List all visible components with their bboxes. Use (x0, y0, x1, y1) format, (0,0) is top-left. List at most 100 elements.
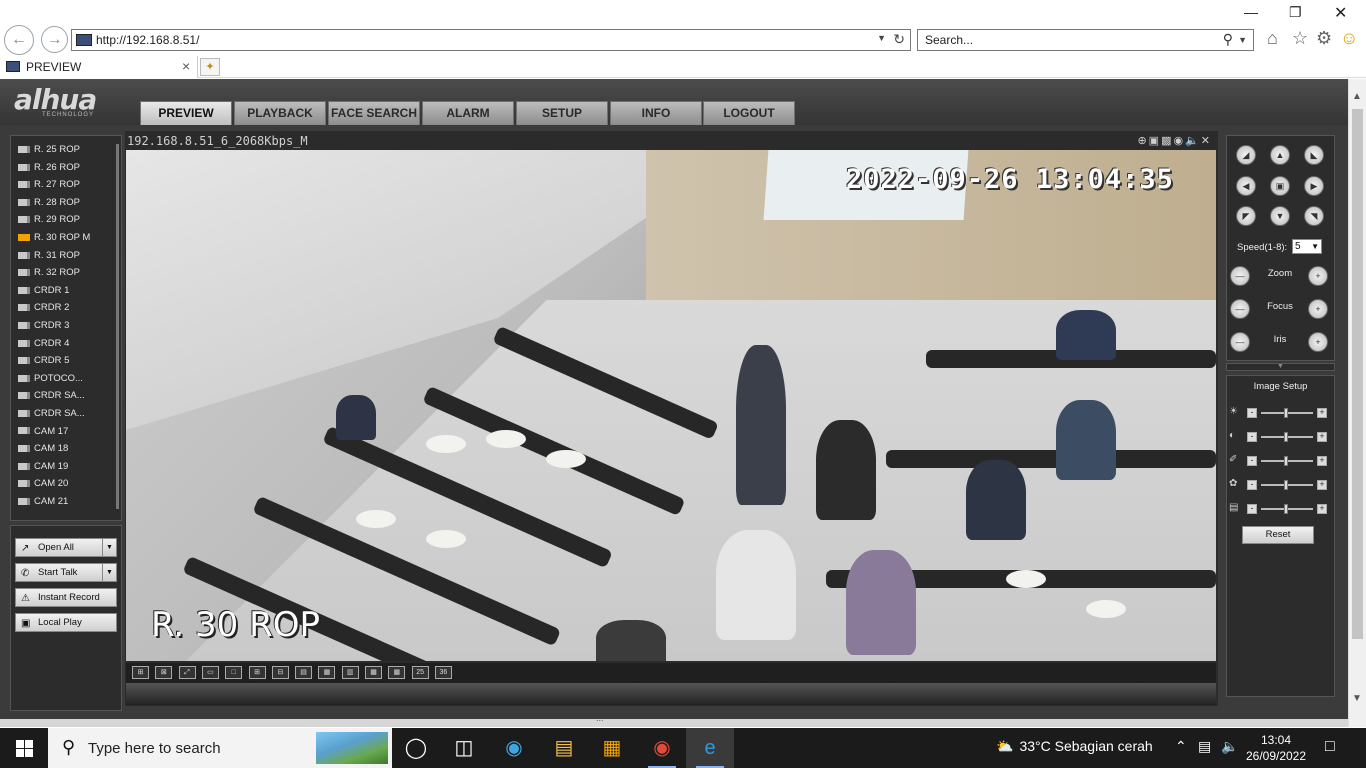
zoom-icon[interactable]: ⊕ (1137, 135, 1148, 147)
hue-slider[interactable] (1261, 480, 1313, 490)
device-item[interactable]: CRDR 2 (13, 302, 117, 320)
cortana-icon[interactable]: ◯ (392, 728, 440, 768)
ptz-up-left-button[interactable]: ◢ (1236, 145, 1256, 165)
tab-setup[interactable]: SETUP (516, 101, 608, 125)
volume-icon[interactable]: 🔈 (1221, 738, 1238, 755)
scroll-thumb[interactable] (1352, 109, 1363, 639)
device-item[interactable]: CRDR 3 (13, 320, 117, 338)
zoom-out-button[interactable]: — (1230, 266, 1250, 286)
hue-increase-button[interactable]: + (1317, 480, 1327, 490)
device-item[interactable]: POTOCO... (13, 373, 117, 391)
device-item[interactable]: R. 27 ROP (13, 179, 117, 197)
chevron-down-icon[interactable]: ▼ (877, 33, 886, 43)
layout-button[interactable]: □ (225, 666, 243, 679)
focus-in-button[interactable]: + (1308, 299, 1328, 319)
device-item[interactable]: CRDR 4 (13, 338, 117, 356)
zoom-in-button[interactable]: + (1308, 266, 1328, 286)
notification-icon[interactable]: □ (1325, 738, 1335, 756)
saturation-increase-button[interactable]: + (1317, 456, 1327, 466)
video-feed[interactable]: 2022-09-26 13:04:35 R. 30 ROP (126, 150, 1216, 661)
iris-close-button[interactable]: — (1230, 332, 1250, 352)
sharpness-slider[interactable] (1261, 504, 1313, 514)
device-item[interactable]: CRDR 1 (13, 285, 117, 303)
tab-info[interactable]: INFO (610, 101, 702, 125)
contrast-increase-button[interactable]: + (1317, 432, 1327, 442)
minimize-button[interactable]: — (1244, 4, 1258, 20)
open-all-button[interactable]: ↗ Open All ▼ (15, 538, 117, 557)
chrome-icon[interactable]: ◉ (638, 728, 686, 768)
contrast-decrease-button[interactable]: - (1247, 432, 1257, 442)
contrast-slider[interactable] (1261, 432, 1313, 442)
browser-tab[interactable]: PREVIEW × (0, 56, 198, 78)
sharpness-increase-button[interactable]: + (1317, 504, 1327, 514)
hue-decrease-button[interactable]: - (1247, 480, 1257, 490)
search-icon[interactable]: ⚲ (1223, 31, 1233, 48)
saturation-slider[interactable] (1261, 456, 1313, 466)
tab-logout[interactable]: LOGOUT (703, 101, 795, 125)
star-icon[interactable]: ☆ (1292, 28, 1308, 49)
home-icon[interactable]: ⌂ (1267, 28, 1278, 49)
close-window-button[interactable]: ✕ (1334, 3, 1347, 23)
reset-button[interactable]: Reset (1242, 526, 1314, 544)
scroll-down-icon[interactable]: ▼ (1352, 693, 1362, 704)
slider-thumb[interactable] (1284, 408, 1288, 418)
device-item[interactable]: R. 29 ROP (13, 214, 117, 232)
internet-explorer-icon[interactable]: e (686, 728, 734, 768)
slider-thumb[interactable] (1284, 432, 1288, 442)
device-item[interactable]: CAM 17 (13, 426, 117, 444)
tab-playback[interactable]: PLAYBACK (234, 101, 326, 125)
back-button[interactable]: ← (4, 25, 34, 55)
layout-button[interactable]: 36 (434, 666, 452, 679)
layout-button[interactable]: ▭ (201, 666, 219, 679)
new-tab-button[interactable]: ✦ (200, 58, 220, 76)
edge-icon[interactable]: ◉ (490, 728, 538, 768)
network-icon[interactable]: ▤ (1198, 738, 1211, 755)
instant-record-button[interactable]: ⚠ Instant Record (15, 588, 117, 607)
browser-scrollbar[interactable]: ▲ ▼ (1348, 79, 1366, 727)
layout-button[interactable]: 25 (411, 666, 429, 679)
device-list-scrollbar[interactable] (116, 144, 119, 509)
device-item[interactable]: CAM 18 (13, 443, 117, 461)
camera-icon[interactable]: ▩ (1161, 135, 1173, 147)
chevron-down-icon[interactable]: ▼ (1238, 35, 1247, 45)
slider-thumb[interactable] (1284, 456, 1288, 466)
task-view-icon[interactable]: ◫ (440, 728, 488, 768)
slider-thumb[interactable] (1284, 480, 1288, 490)
device-item[interactable]: CRDR 5 (13, 355, 117, 373)
device-item[interactable]: R. 32 ROP (13, 267, 117, 285)
start-button[interactable] (0, 728, 48, 768)
store-icon[interactable]: ▦ (588, 728, 636, 768)
layout-button[interactable]: ▦ (365, 666, 382, 679)
record-icon[interactable]: ◉ (1173, 135, 1185, 147)
sharpness-decrease-button[interactable]: - (1247, 504, 1257, 514)
ptz-up-button[interactable]: ▲ (1270, 145, 1290, 165)
device-item[interactable]: CRDR SA... (13, 390, 117, 408)
ptz-collapse-toggle[interactable]: ▼ (1226, 363, 1335, 371)
close-tab-icon[interactable]: × (182, 58, 190, 74)
tab-preview[interactable]: PREVIEW (140, 101, 232, 125)
focus-out-button[interactable]: — (1230, 299, 1250, 319)
layout-button[interactable]: ⊟ (271, 666, 289, 679)
tray-expand-icon[interactable]: ⌃ (1175, 738, 1187, 755)
ptz-right-button[interactable]: ▶ (1304, 176, 1324, 196)
taskbar-search[interactable]: ⚲ Type here to search (48, 728, 392, 768)
layout-button[interactable]: ▥ (341, 666, 359, 679)
forward-button[interactable]: → (41, 26, 68, 53)
tab-face-search[interactable]: FACE SEARCH (328, 101, 420, 125)
address-bar[interactable]: http://192.168.8.51/ ▼ ↻ (71, 29, 911, 51)
local-play-button[interactable]: ▣ Local Play (15, 613, 117, 632)
device-item[interactable]: R. 28 ROP (13, 197, 117, 215)
device-item[interactable]: R. 31 ROP (13, 250, 117, 268)
device-item[interactable]: CAM 20 (13, 478, 117, 496)
ptz-auto-button[interactable]: ▣ (1270, 176, 1290, 196)
taskbar-clock[interactable]: 13:04 26/09/2022 (1244, 732, 1308, 764)
device-item[interactable]: R. 25 ROP (13, 144, 117, 162)
weather-widget[interactable]: ⛅ 33°C Sebagian cerah (996, 738, 1153, 755)
ptz-down-right-button[interactable]: ◥ (1304, 206, 1324, 226)
brightness-decrease-button[interactable]: - (1247, 408, 1257, 418)
layout-button[interactable]: ▦ (388, 666, 406, 679)
tab-alarm[interactable]: ALARM (422, 101, 514, 125)
gear-icon[interactable]: ⚙ (1316, 28, 1332, 49)
saturation-decrease-button[interactable]: - (1247, 456, 1257, 466)
layout-button[interactable]: ▤ (295, 666, 313, 679)
